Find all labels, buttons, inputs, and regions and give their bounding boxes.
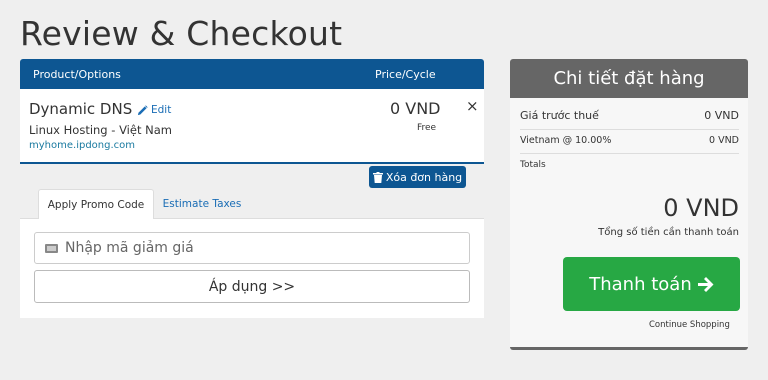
tax-row: Vietnam @ 10.00% 0 VND: [520, 135, 739, 146]
trash-icon: [372, 171, 383, 183]
divider: [520, 153, 739, 154]
ticket-icon: [45, 243, 58, 253]
tab-estimate-taxes[interactable]: Estimate Taxes: [160, 189, 244, 219]
cart-table: Product/Options Price/Cycle Dynamic DNS …: [20, 59, 484, 164]
subtotal-value: 0 VND: [704, 109, 739, 122]
promo-code-input[interactable]: [65, 240, 445, 256]
tax-label: Vietnam @ 10.00%: [520, 135, 612, 146]
cart-header: Product/Options Price/Cycle: [20, 59, 484, 89]
product-options-header: Product/Options: [33, 68, 121, 81]
pencil-icon: [137, 104, 148, 115]
product-name: Dynamic DNS: [29, 100, 133, 118]
page-title: Review & Checkout: [20, 14, 343, 53]
empty-cart-button[interactable]: Xóa đơn hàng: [369, 166, 466, 188]
billing-cycle: Free: [417, 123, 437, 133]
promo-tabs: Apply Promo Code Estimate Taxes: [20, 189, 484, 220]
promo-code-field[interactable]: [34, 232, 470, 264]
continue-shopping-link[interactable]: Continue Shopping: [649, 320, 730, 330]
subtotal-label: Giá trước thuế: [520, 109, 599, 122]
apply-promo-button[interactable]: Áp dụng >>: [34, 270, 470, 303]
arrow-right-icon: [697, 276, 714, 292]
item-price: 0 VND: [390, 99, 441, 118]
total-due-note: Tổng số tiền cần thanh toán: [598, 227, 739, 238]
tab-apply-promo-code[interactable]: Apply Promo Code: [38, 189, 154, 220]
edit-label: Edit: [151, 104, 172, 116]
empty-cart-label: Xóa đơn hàng: [385, 170, 463, 184]
product-domain: myhome.ipdong.com: [29, 140, 136, 151]
remove-item-button[interactable]: ×: [466, 97, 479, 115]
order-summary-title: Chi tiết đặt hàng: [510, 59, 748, 98]
totals-label: Totals: [520, 160, 546, 170]
cart-item: Dynamic DNS Edit Linux Hosting - Việt Na…: [20, 89, 484, 164]
edit-link[interactable]: Edit: [137, 104, 171, 116]
product-group: Linux Hosting - Việt Nam: [29, 123, 172, 137]
divider: [520, 129, 739, 130]
checkout-button[interactable]: Thanh toán: [563, 257, 740, 311]
subtotal-row: Giá trước thuế 0 VND: [520, 109, 739, 122]
price-cycle-header: Price/Cycle: [375, 68, 436, 81]
promo-tab-content: Áp dụng >>: [20, 219, 484, 318]
promo-panel: Apply Promo Code Estimate Taxes Áp dụng …: [20, 189, 484, 318]
checkout-label: Thanh toán: [589, 273, 692, 295]
order-summary: Chi tiết đặt hàng Giá trước thuế 0 VND V…: [510, 59, 748, 350]
total-amount: 0 VND: [663, 194, 739, 222]
tax-value: 0 VND: [709, 135, 739, 146]
